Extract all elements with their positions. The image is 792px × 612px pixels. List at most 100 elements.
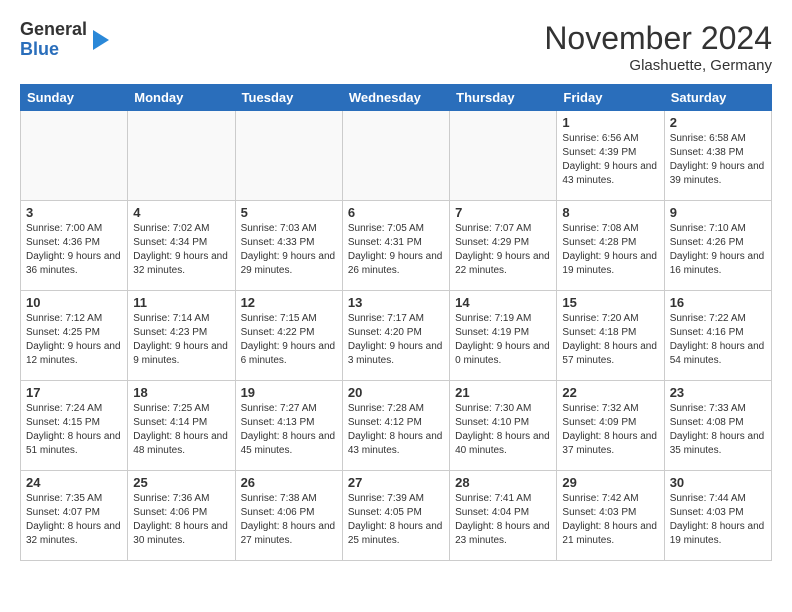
- day-info: Sunrise: 7:27 AM Sunset: 4:13 PM Dayligh…: [241, 402, 337, 458]
- calendar-cell: 19 Sunrise: 7:27 AM Sunset: 4:13 PM Dayli…: [235, 381, 342, 471]
- day-info: Sunrise: 7:02 AM Sunset: 4:34 PM Dayligh…: [133, 222, 229, 278]
- day-number: 25: [133, 475, 229, 490]
- calendar-cell: [128, 111, 235, 201]
- day-number: 30: [670, 475, 766, 490]
- day-info: Sunrise: 7:05 AM Sunset: 4:31 PM Dayligh…: [348, 222, 444, 278]
- day-number: 14: [455, 295, 551, 310]
- day-info: Sunrise: 7:32 AM Sunset: 4:09 PM Dayligh…: [562, 402, 658, 458]
- day-number: 11: [133, 295, 229, 310]
- day-info: Sunrise: 7:22 AM Sunset: 4:16 PM Dayligh…: [670, 312, 766, 368]
- calendar-cell: 18 Sunrise: 7:25 AM Sunset: 4:14 PM Dayli…: [128, 381, 235, 471]
- day-info: Sunrise: 7:24 AM Sunset: 4:15 PM Dayligh…: [26, 402, 122, 458]
- day-number: 27: [348, 475, 444, 490]
- day-number: 13: [348, 295, 444, 310]
- day-number: 6: [348, 205, 444, 220]
- day-number: 8: [562, 205, 658, 220]
- day-number: 7: [455, 205, 551, 220]
- calendar-cell: 14 Sunrise: 7:19 AM Sunset: 4:19 PM Dayli…: [450, 291, 557, 381]
- day-info: Sunrise: 7:36 AM Sunset: 4:06 PM Dayligh…: [133, 492, 229, 548]
- page-header: General Blue November 2024 Glashuette, G…: [20, 20, 772, 74]
- day-number: 16: [670, 295, 766, 310]
- calendar-cell: [235, 111, 342, 201]
- day-info: Sunrise: 7:33 AM Sunset: 4:08 PM Dayligh…: [670, 402, 766, 458]
- day-info: Sunrise: 7:10 AM Sunset: 4:26 PM Dayligh…: [670, 222, 766, 278]
- calendar-day-header: Saturday: [664, 85, 771, 111]
- calendar-day-header: Wednesday: [342, 85, 449, 111]
- day-number: 18: [133, 385, 229, 400]
- calendar-cell: 4 Sunrise: 7:02 AM Sunset: 4:34 PM Daylig…: [128, 201, 235, 291]
- calendar-cell: [450, 111, 557, 201]
- calendar-day-header: Monday: [128, 85, 235, 111]
- calendar-week-row: 10 Sunrise: 7:12 AM Sunset: 4:25 PM Dayli…: [21, 291, 772, 381]
- day-info: Sunrise: 7:03 AM Sunset: 4:33 PM Dayligh…: [241, 222, 337, 278]
- calendar-cell: 2Sunrise: 6:58 AM Sunset: 4:38 PM Daylig…: [664, 111, 771, 201]
- day-number: 19: [241, 385, 337, 400]
- calendar-cell: 3Sunrise: 7:00 AM Sunset: 4:36 PM Daylig…: [21, 201, 128, 291]
- day-number: 12: [241, 295, 337, 310]
- day-number: 5: [241, 205, 337, 220]
- calendar-cell: 27 Sunrise: 7:39 AM Sunset: 4:05 PM Dayli…: [342, 471, 449, 561]
- calendar-table: SundayMondayTuesdayWednesdayThursdayFrid…: [20, 84, 772, 561]
- day-info: Sunrise: 7:08 AM Sunset: 4:28 PM Dayligh…: [562, 222, 658, 278]
- calendar-cell: 13Sunrise: 7:17 AM Sunset: 4:20 PM Dayli…: [342, 291, 449, 381]
- day-number: 23: [670, 385, 766, 400]
- logo: General Blue: [20, 20, 109, 60]
- calendar-cell: 9Sunrise: 7:10 AM Sunset: 4:26 PM Daylig…: [664, 201, 771, 291]
- day-info: Sunrise: 7:28 AM Sunset: 4:12 PM Dayligh…: [348, 402, 444, 458]
- logo-blue: Blue: [20, 40, 87, 60]
- calendar-week-row: 24 Sunrise: 7:35 AM Sunset: 4:07 PM Dayli…: [21, 471, 772, 561]
- title-area: November 2024 Glashuette, Germany: [544, 20, 772, 74]
- day-info: Sunrise: 7:35 AM Sunset: 4:07 PM Dayligh…: [26, 492, 122, 548]
- calendar-cell: 20 Sunrise: 7:28 AM Sunset: 4:12 PM Dayli…: [342, 381, 449, 471]
- day-info: Sunrise: 6:56 AM Sunset: 4:39 PM Dayligh…: [562, 132, 658, 188]
- calendar-day-header: Thursday: [450, 85, 557, 111]
- calendar-cell: 24 Sunrise: 7:35 AM Sunset: 4:07 PM Dayli…: [21, 471, 128, 561]
- logo-text: General Blue: [20, 20, 87, 60]
- calendar-cell: [342, 111, 449, 201]
- day-info: Sunrise: 7:19 AM Sunset: 4:19 PM Dayligh…: [455, 312, 551, 368]
- calendar-cell: 5 Sunrise: 7:03 AM Sunset: 4:33 PM Daylig…: [235, 201, 342, 291]
- calendar-cell: 6 Sunrise: 7:05 AM Sunset: 4:31 PM Daylig…: [342, 201, 449, 291]
- calendar-day-header: Tuesday: [235, 85, 342, 111]
- day-info: Sunrise: 7:42 AM Sunset: 4:03 PM Dayligh…: [562, 492, 658, 548]
- day-info: Sunrise: 7:25 AM Sunset: 4:14 PM Dayligh…: [133, 402, 229, 458]
- day-info: Sunrise: 7:12 AM Sunset: 4:25 PM Dayligh…: [26, 312, 122, 368]
- calendar-cell: 17Sunrise: 7:24 AM Sunset: 4:15 PM Dayli…: [21, 381, 128, 471]
- calendar-cell: 29Sunrise: 7:42 AM Sunset: 4:03 PM Dayli…: [557, 471, 664, 561]
- day-info: Sunrise: 7:38 AM Sunset: 4:06 PM Dayligh…: [241, 492, 337, 548]
- calendar-cell: 8 Sunrise: 7:08 AM Sunset: 4:28 PM Daylig…: [557, 201, 664, 291]
- day-info: Sunrise: 7:14 AM Sunset: 4:23 PM Dayligh…: [133, 312, 229, 368]
- day-info: Sunrise: 7:39 AM Sunset: 4:05 PM Dayligh…: [348, 492, 444, 548]
- calendar-week-row: 17Sunrise: 7:24 AM Sunset: 4:15 PM Dayli…: [21, 381, 772, 471]
- day-number: 24: [26, 475, 122, 490]
- day-number: 22: [562, 385, 658, 400]
- day-number: 10: [26, 295, 122, 310]
- day-info: Sunrise: 7:07 AM Sunset: 4:29 PM Dayligh…: [455, 222, 551, 278]
- calendar-cell: 15 Sunrise: 7:20 AM Sunset: 4:18 PM Dayli…: [557, 291, 664, 381]
- calendar-cell: 12 Sunrise: 7:15 AM Sunset: 4:22 PM Dayli…: [235, 291, 342, 381]
- location: Glashuette, Germany: [544, 57, 772, 74]
- day-number: 15: [562, 295, 658, 310]
- calendar-cell: 16 Sunrise: 7:22 AM Sunset: 4:16 PM Dayli…: [664, 291, 771, 381]
- day-info: Sunrise: 7:41 AM Sunset: 4:04 PM Dayligh…: [455, 492, 551, 548]
- day-number: 28: [455, 475, 551, 490]
- logo-arrow-icon: [93, 30, 109, 50]
- day-info: Sunrise: 7:20 AM Sunset: 4:18 PM Dayligh…: [562, 312, 658, 368]
- calendar-cell: 23 Sunrise: 7:33 AM Sunset: 4:08 PM Dayli…: [664, 381, 771, 471]
- day-number: 20: [348, 385, 444, 400]
- day-info: Sunrise: 7:30 AM Sunset: 4:10 PM Dayligh…: [455, 402, 551, 458]
- day-info: Sunrise: 7:15 AM Sunset: 4:22 PM Dayligh…: [241, 312, 337, 368]
- day-number: 21: [455, 385, 551, 400]
- calendar-cell: 28 Sunrise: 7:41 AM Sunset: 4:04 PM Dayli…: [450, 471, 557, 561]
- calendar-week-row: 3Sunrise: 7:00 AM Sunset: 4:36 PM Daylig…: [21, 201, 772, 291]
- calendar-cell: 22 Sunrise: 7:32 AM Sunset: 4:09 PM Dayli…: [557, 381, 664, 471]
- day-info: Sunrise: 6:58 AM Sunset: 4:38 PM Dayligh…: [670, 132, 766, 188]
- calendar-cell: 26Sunrise: 7:38 AM Sunset: 4:06 PM Dayli…: [235, 471, 342, 561]
- calendar-cell: 11 Sunrise: 7:14 AM Sunset: 4:23 PM Dayli…: [128, 291, 235, 381]
- day-info: Sunrise: 7:00 AM Sunset: 4:36 PM Dayligh…: [26, 222, 122, 278]
- day-number: 4: [133, 205, 229, 220]
- calendar-cell: 7 Sunrise: 7:07 AM Sunset: 4:29 PM Daylig…: [450, 201, 557, 291]
- calendar-cell: 10 Sunrise: 7:12 AM Sunset: 4:25 PM Dayli…: [21, 291, 128, 381]
- calendar-day-header: Sunday: [21, 85, 128, 111]
- calendar-header-row: SundayMondayTuesdayWednesdayThursdayFrid…: [21, 85, 772, 111]
